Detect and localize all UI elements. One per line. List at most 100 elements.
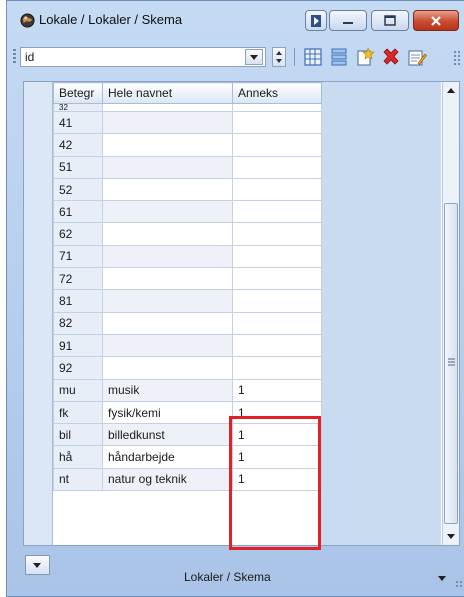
- table-row[interactable]: 42: [53, 133, 322, 157]
- cell-name[interactable]: fysik/kemi: [102, 400, 233, 425]
- cell-code[interactable]: 41: [53, 110, 103, 135]
- view-select[interactable]: Lokaler / Skema: [180, 567, 450, 589]
- delete-icon[interactable]: [381, 47, 401, 67]
- cell-name[interactable]: [102, 333, 233, 358]
- cell-annex[interactable]: [232, 333, 322, 358]
- cell-annex[interactable]: [232, 356, 322, 380]
- column-header-annex[interactable]: Anneks: [232, 82, 322, 104]
- cell-name[interactable]: håndarbejde: [102, 445, 233, 469]
- cell-code[interactable]: 92: [53, 356, 103, 380]
- close-icon: [431, 15, 441, 26]
- grid-icon[interactable]: [303, 47, 323, 67]
- table-row[interactable]: 72: [53, 267, 322, 291]
- table-row[interactable]: 81: [53, 289, 322, 313]
- cell-annex[interactable]: [232, 289, 322, 313]
- table-row[interactable]: 32: [53, 103, 322, 112]
- scroll-up-button[interactable]: [443, 82, 459, 99]
- view-select-value: Lokaler / Skema: [184, 570, 271, 584]
- cell-code[interactable]: 42: [53, 133, 103, 157]
- cell-code[interactable]: hå: [53, 445, 103, 469]
- toolbar: id: [7, 41, 464, 71]
- cell-annex[interactable]: [232, 155, 322, 179]
- cell-code[interactable]: mu: [53, 378, 103, 402]
- cell-name[interactable]: [102, 133, 233, 157]
- window-title: Lokale / Lokaler / Skema: [39, 12, 183, 27]
- edit-icon[interactable]: [407, 47, 427, 67]
- maximize-button[interactable]: [371, 10, 409, 31]
- table-row[interactable]: 51: [53, 155, 322, 179]
- cell-annex[interactable]: [232, 200, 322, 224]
- globe-icon: [20, 13, 35, 28]
- chevron-up-icon: [447, 88, 455, 93]
- cell-name[interactable]: [102, 222, 233, 246]
- chevron-down-icon: [250, 55, 258, 60]
- cell-name[interactable]: [102, 110, 233, 135]
- cell-name[interactable]: natur og teknik: [102, 467, 233, 492]
- chevron-down-icon[interactable]: [438, 576, 446, 581]
- table-row[interactable]: 82: [53, 311, 322, 335]
- cell-name[interactable]: [102, 289, 233, 313]
- field-select[interactable]: id: [20, 47, 266, 67]
- cell-code[interactable]: 72: [53, 267, 103, 291]
- cell-code[interactable]: 81: [53, 289, 103, 313]
- play-icon: [311, 14, 321, 27]
- minimize-button[interactable]: [329, 10, 367, 31]
- cell-code[interactable]: 61: [53, 200, 103, 224]
- row-indicator-column[interactable]: [24, 82, 53, 545]
- cell-code[interactable]: 82: [53, 311, 103, 335]
- new-record-icon[interactable]: [355, 47, 375, 67]
- table-row[interactable]: 52: [53, 177, 322, 202]
- column-header-name[interactable]: Hele navnet: [102, 82, 233, 104]
- cell-name[interactable]: [102, 177, 233, 202]
- vertical-scrollbar[interactable]: [442, 82, 459, 545]
- cell-annex[interactable]: [232, 311, 322, 335]
- table-row[interactable]: 71: [53, 244, 322, 269]
- cell-code[interactable]: nt: [53, 467, 103, 492]
- cell-annex[interactable]: [232, 110, 322, 135]
- scroll-thumb[interactable]: [444, 203, 458, 524]
- cell-annex[interactable]: [232, 222, 322, 246]
- table-row[interactable]: 92: [53, 356, 322, 380]
- cell-code[interactable]: bil: [53, 423, 103, 447]
- chevron-down-icon: [33, 563, 41, 568]
- cell-name[interactable]: [102, 356, 233, 380]
- navigate-button[interactable]: [305, 10, 327, 31]
- cell-name[interactable]: [102, 311, 233, 335]
- cell-code[interactable]: fk: [53, 400, 103, 425]
- up-down-arrows-icon: [276, 51, 282, 63]
- cell-annex[interactable]: [232, 103, 322, 112]
- cell-code[interactable]: 71: [53, 244, 103, 269]
- cell-annex[interactable]: [232, 244, 322, 269]
- field-select-dropdown-button[interactable]: [245, 49, 263, 65]
- cell-name[interactable]: [102, 244, 233, 269]
- list-icon[interactable]: [329, 47, 349, 67]
- cell-annex[interactable]: 1: [232, 378, 322, 402]
- table-row[interactable]: 61: [53, 200, 322, 224]
- toolbar-grip[interactable]: [13, 49, 16, 65]
- cell-code[interactable]: 32: [53, 103, 103, 112]
- cell-name[interactable]: musik: [102, 378, 233, 402]
- navigation-dropdown-button[interactable]: [25, 555, 50, 575]
- cell-code[interactable]: 62: [53, 222, 103, 246]
- cell-name[interactable]: [102, 155, 233, 179]
- cell-name[interactable]: [102, 200, 233, 224]
- close-button[interactable]: [413, 10, 459, 31]
- table-row[interactable]: 62: [53, 222, 322, 246]
- scroll-down-button[interactable]: [443, 528, 459, 545]
- cell-name[interactable]: [102, 103, 233, 112]
- toolbar-overflow-grip[interactable]: [453, 50, 461, 66]
- cell-code[interactable]: 52: [53, 177, 103, 202]
- table-row[interactable]: mu musik 1: [53, 378, 322, 402]
- cell-annex[interactable]: [232, 133, 322, 157]
- cell-name[interactable]: [102, 267, 233, 291]
- cell-annex[interactable]: [232, 177, 322, 202]
- cell-name[interactable]: billedkunst: [102, 423, 233, 447]
- table-row[interactable]: 41: [53, 110, 322, 135]
- table-row[interactable]: 91: [53, 333, 322, 358]
- column-header-code[interactable]: Betegr: [53, 82, 103, 104]
- resize-grip[interactable]: [455, 580, 463, 588]
- spinner-button[interactable]: [272, 47, 286, 67]
- cell-code[interactable]: 91: [53, 333, 103, 358]
- cell-code[interactable]: 51: [53, 155, 103, 179]
- cell-annex[interactable]: [232, 267, 322, 291]
